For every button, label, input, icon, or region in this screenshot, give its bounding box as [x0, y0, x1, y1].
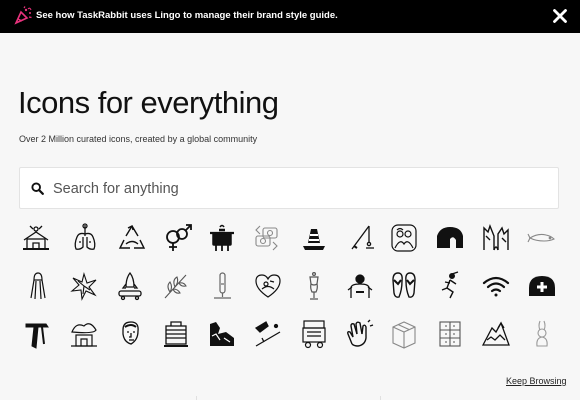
sports-icon[interactable]: [252, 318, 284, 350]
fish-icon[interactable]: [526, 222, 558, 254]
section-dividers: [0, 396, 580, 400]
box-icon[interactable]: [388, 318, 420, 350]
sandals-icon[interactable]: [388, 270, 420, 302]
clapping-hands-icon[interactable]: [344, 318, 376, 350]
banner-text[interactable]: See how TaskRabbit uses Lingo to manage …: [36, 10, 338, 21]
runner-icon[interactable]: [434, 270, 466, 302]
gender-icon[interactable]: [162, 222, 194, 254]
hospital-icon[interactable]: [526, 270, 558, 302]
pot-icon[interactable]: [206, 222, 238, 254]
mannequin-icon[interactable]: [298, 270, 330, 302]
cliff-icon[interactable]: [206, 318, 238, 350]
test-tube-icon[interactable]: [206, 270, 238, 302]
mountain-icon[interactable]: [480, 318, 512, 350]
search-box[interactable]: [19, 167, 559, 209]
farm-icon[interactable]: [20, 222, 52, 254]
fishing-icon[interactable]: [344, 222, 376, 254]
canyon-icon[interactable]: [480, 222, 512, 254]
document-icon[interactable]: [160, 318, 192, 350]
tools-icon[interactable]: [22, 318, 54, 350]
party-popper-icon: [14, 6, 32, 25]
search-icon: [31, 182, 44, 195]
hut-icon[interactable]: [68, 318, 100, 350]
leaf-icon[interactable]: [68, 270, 100, 302]
octopus-icon[interactable]: [22, 270, 54, 302]
promo-banner[interactable]: See how TaskRabbit uses Lingo to manage …: [0, 0, 580, 33]
branch-icon[interactable]: [160, 270, 192, 302]
search-input[interactable]: [53, 176, 543, 202]
keep-browsing-link[interactable]: Keep Browsing: [506, 376, 567, 386]
food-cart-icon[interactable]: [298, 318, 330, 350]
house-icon[interactable]: [434, 222, 466, 254]
cabinet-icon[interactable]: [434, 318, 466, 350]
wedding-couple-icon[interactable]: [388, 222, 420, 254]
heart-icon[interactable]: [252, 270, 284, 302]
money-exchange-icon[interactable]: [251, 222, 283, 254]
recycle-icon[interactable]: [116, 222, 148, 254]
page-title: Icons for everything: [18, 85, 279, 120]
page-subtitle: Over 2 Million curated icons, created by…: [19, 134, 258, 144]
close-icon[interactable]: [552, 8, 568, 24]
rocket-launch-icon[interactable]: [114, 270, 146, 302]
face-icon[interactable]: [114, 318, 146, 350]
bunny-icon[interactable]: [526, 318, 558, 350]
person-icon[interactable]: [344, 270, 376, 302]
wifi-icon[interactable]: [480, 270, 512, 302]
lungs-icon[interactable]: [69, 222, 101, 254]
traffic-cone-icon[interactable]: [298, 222, 330, 254]
